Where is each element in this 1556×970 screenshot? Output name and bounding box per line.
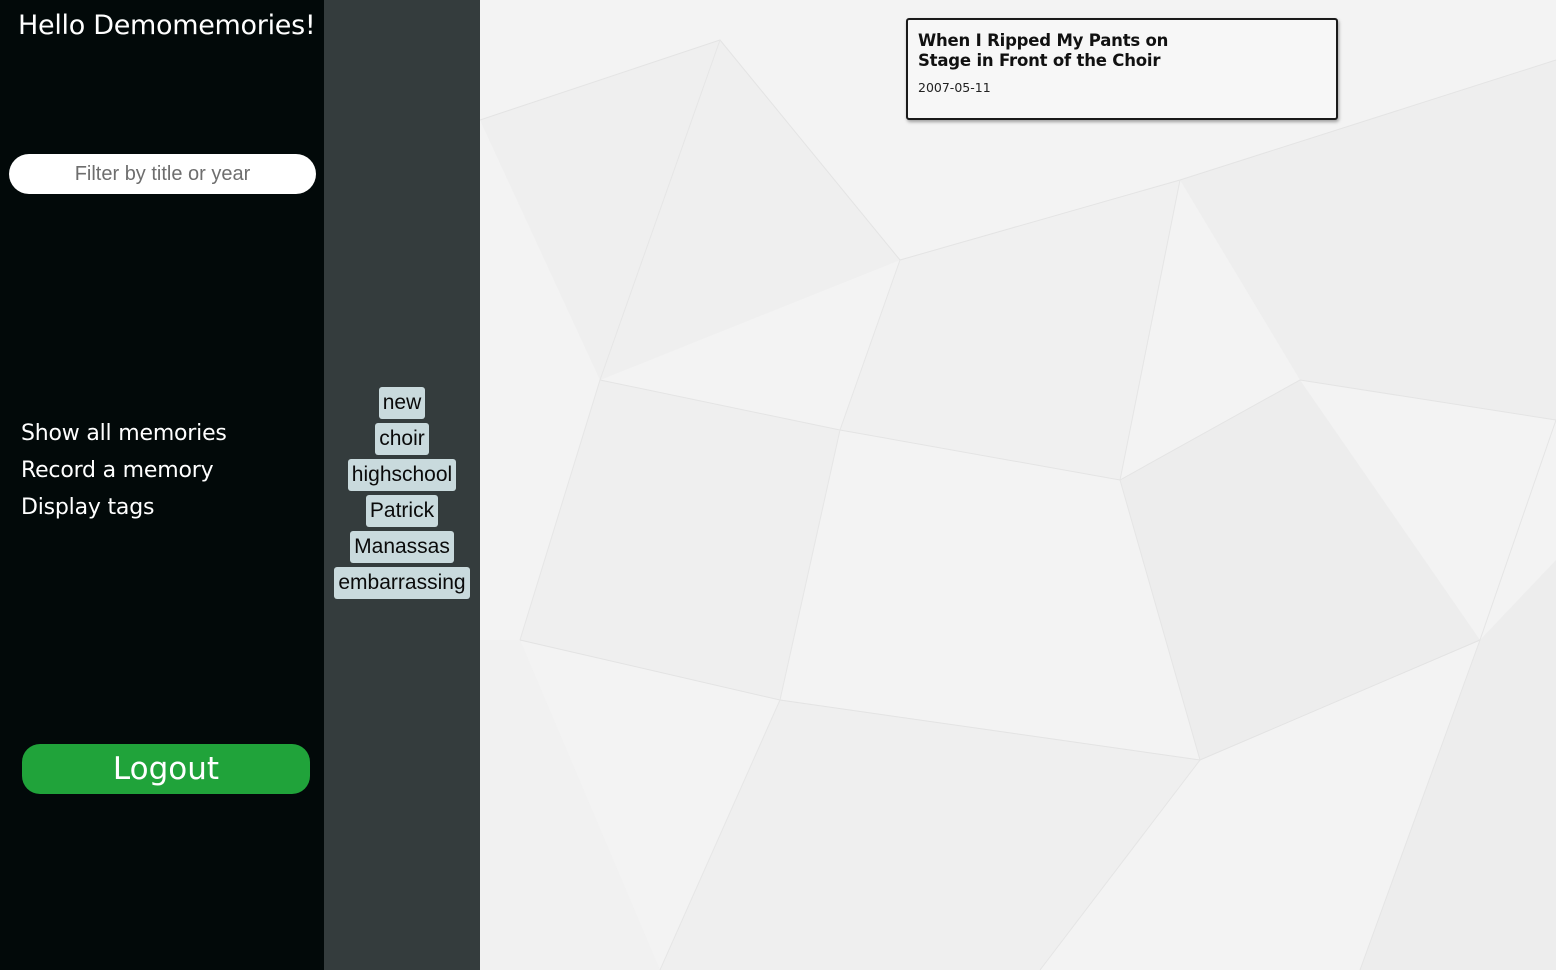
tag-embarrassing[interactable]: embarrassing (334, 567, 470, 599)
tag-choir[interactable]: choir (375, 423, 429, 455)
paper-texture-background (480, 0, 1556, 970)
app-root: Hello Demomemories! Show all memories Re… (0, 0, 1556, 970)
nav-item-show-all-memories[interactable]: Show all memories (21, 417, 227, 451)
memory-card[interactable]: When I Ripped My Pants on Stage in Front… (906, 18, 1338, 120)
nav-item-display-tags[interactable]: Display tags (21, 491, 227, 525)
sidebar-nav: Show all memories Record a memory Displa… (21, 417, 227, 525)
tag-column: new choir highschool Patrick Manassas em… (324, 0, 480, 970)
logout-button[interactable]: Logout (22, 744, 310, 794)
tag-manassas[interactable]: Manassas (350, 531, 454, 563)
search-input[interactable] (9, 154, 316, 194)
tag-highschool[interactable]: highschool (347, 459, 457, 491)
memories-main: When I Ripped My Pants on Stage in Front… (480, 0, 1556, 970)
tag-new[interactable]: new (378, 387, 426, 419)
tag-list: new choir highschool Patrick Manassas em… (324, 387, 480, 599)
sidebar: Hello Demomemories! Show all memories Re… (0, 0, 324, 970)
tag-patrick[interactable]: Patrick (365, 495, 439, 527)
nav-item-record-a-memory[interactable]: Record a memory (21, 454, 227, 488)
memory-date: 2007-05-11 (918, 80, 991, 95)
greeting-heading: Hello Demomemories! (18, 10, 316, 41)
memory-title: When I Ripped My Pants on Stage in Front… (918, 31, 1169, 70)
